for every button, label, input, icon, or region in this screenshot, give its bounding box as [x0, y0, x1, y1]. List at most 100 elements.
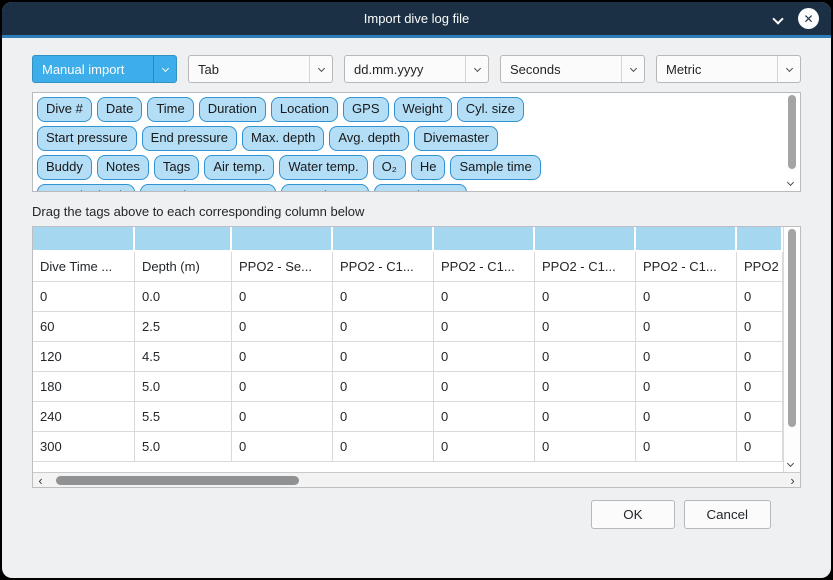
table-row: 0 0.0 0 0 0 0 0 0	[33, 282, 783, 312]
table-vertical-scrollbar[interactable]	[783, 227, 800, 472]
column-header: PPO2 - C1...	[434, 252, 535, 282]
drag-tag[interactable]: Sample time	[450, 155, 540, 180]
table-cell: 0	[434, 312, 535, 342]
chevron-down-icon	[777, 56, 800, 82]
drag-tag[interactable]: Max. depth	[242, 126, 324, 151]
tag-list-panel: Dive # Date Time Duration Location GPS W…	[32, 92, 801, 192]
table-cell: 0	[535, 432, 636, 462]
scroll-right-icon[interactable]: ›	[785, 474, 800, 487]
drag-tag[interactable]: Sample CNS	[374, 184, 467, 191]
drag-tag[interactable]: Time	[147, 97, 193, 122]
scrollbar-track[interactable]	[48, 473, 785, 487]
table-cell: 0	[535, 282, 636, 312]
table-cell: 0	[333, 282, 434, 312]
titlebar-buttons	[774, 2, 819, 35]
table-cell: 0	[737, 342, 783, 372]
drag-tag[interactable]: Dive #	[37, 97, 92, 122]
table-cell: 0	[636, 372, 737, 402]
table-cell: 0	[232, 312, 333, 342]
drag-tag[interactable]: Sample temperature	[140, 184, 276, 191]
import-mode-combo[interactable]: Manual import	[32, 55, 177, 83]
drag-tag[interactable]: Buddy	[37, 155, 92, 180]
drop-target-cell[interactable]	[434, 227, 535, 250]
combo-value: Tab	[198, 62, 219, 77]
drop-target-cell[interactable]	[33, 227, 135, 250]
drop-target-row	[33, 227, 783, 252]
scrollbar-handle[interactable]	[788, 229, 796, 427]
scrollbar-handle[interactable]	[788, 95, 796, 169]
chevron-down-icon	[309, 56, 332, 82]
combo-value: dd.mm.yyyy	[354, 62, 423, 77]
drop-target-cell[interactable]	[535, 227, 636, 250]
drag-tag[interactable]: Start pressure	[37, 126, 137, 151]
close-button[interactable]	[798, 8, 819, 29]
table-cell: 0	[434, 282, 535, 312]
window-title: Import dive log file	[364, 11, 470, 26]
column-header: PPO2	[737, 252, 783, 282]
field-separator-combo[interactable]: Tab	[188, 55, 333, 83]
drag-tag[interactable]: Location	[271, 97, 338, 122]
units-combo[interactable]: Metric	[656, 55, 801, 83]
column-header: PPO2 - C1...	[636, 252, 737, 282]
table-cell: 0	[737, 282, 783, 312]
ok-button[interactable]: OK	[591, 500, 674, 529]
table-cell: 180	[33, 372, 135, 402]
table-horizontal-scrollbar[interactable]: ‹ ›	[33, 472, 800, 487]
table-cell: 0	[636, 312, 737, 342]
button-row: OK Cancel	[32, 488, 801, 529]
table-cell: 0	[232, 432, 333, 462]
duration-format-combo[interactable]: Seconds	[500, 55, 645, 83]
drop-target-cell[interactable]	[636, 227, 737, 250]
date-format-combo[interactable]: dd.mm.yyyy	[344, 55, 489, 83]
drag-tag[interactable]: End pressure	[142, 126, 237, 151]
column-header: PPO2 - C1...	[535, 252, 636, 282]
drop-target-cell[interactable]	[333, 227, 434, 250]
combo-value: Seconds	[510, 62, 561, 77]
combo-value: Manual import	[42, 62, 124, 77]
drop-target-cell[interactable]	[737, 227, 783, 250]
combo-value: Metric	[666, 62, 701, 77]
column-header: PPO2 - Se...	[232, 252, 333, 282]
drag-tag[interactable]: Avg. depth	[329, 126, 409, 151]
drag-tag[interactable]: Cyl. size	[457, 97, 524, 122]
drag-tag[interactable]: Duration	[199, 97, 266, 122]
drag-tag[interactable]: O₂	[373, 155, 406, 180]
drag-tag[interactable]: Sample pO₂	[281, 184, 369, 191]
scroll-left-icon[interactable]: ‹	[33, 474, 48, 487]
table-cell: 0	[232, 342, 333, 372]
shade-window-button[interactable]	[774, 11, 782, 26]
column-header: Depth (m)	[135, 252, 232, 282]
chevron-down-icon	[153, 56, 176, 82]
chevron-down-icon	[465, 56, 488, 82]
table-cell: 5.5	[135, 402, 232, 432]
scroll-down-icon[interactable]	[788, 454, 796, 469]
chevron-down-icon	[621, 56, 644, 82]
drop-target-cell[interactable]	[232, 227, 333, 250]
table-cell: 0	[535, 342, 636, 372]
table-cell: 0	[535, 402, 636, 432]
table-header-row: Dive Time ... Depth (m) PPO2 - Se... PPO…	[33, 252, 783, 282]
tag-row: Start pressure End pressure Max. depth A…	[37, 126, 780, 151]
table-cell: 5.0	[135, 432, 232, 462]
cancel-button[interactable]: Cancel	[684, 500, 772, 529]
drag-tag[interactable]: Notes	[97, 155, 149, 180]
tag-scrollbar[interactable]	[786, 95, 798, 189]
drag-tag[interactable]: Divemaster	[414, 126, 498, 151]
drop-target-cell[interactable]	[135, 227, 232, 250]
table-cell: 0	[636, 432, 737, 462]
drag-tag[interactable]: Weight	[394, 97, 452, 122]
drag-tag[interactable]: Date	[97, 97, 142, 122]
drag-tag[interactable]: Tags	[154, 155, 199, 180]
drag-tag[interactable]: Water temp.	[279, 155, 367, 180]
drag-tag[interactable]: He	[411, 155, 446, 180]
drag-tag[interactable]: Sample depth	[37, 184, 135, 191]
dialog-content: Manual import Tab dd.mm.yyyy Seconds Met…	[2, 38, 831, 529]
drag-tag[interactable]: Air temp.	[204, 155, 274, 180]
drag-tag[interactable]: GPS	[343, 97, 388, 122]
table-cell: 0	[636, 402, 737, 432]
scroll-down-icon[interactable]	[788, 173, 796, 188]
table-cell: 0	[232, 402, 333, 432]
import-dialog: Import dive log file Manual import Tab d…	[2, 2, 831, 578]
scrollbar-handle[interactable]	[56, 476, 299, 485]
table-cell: 60	[33, 312, 135, 342]
